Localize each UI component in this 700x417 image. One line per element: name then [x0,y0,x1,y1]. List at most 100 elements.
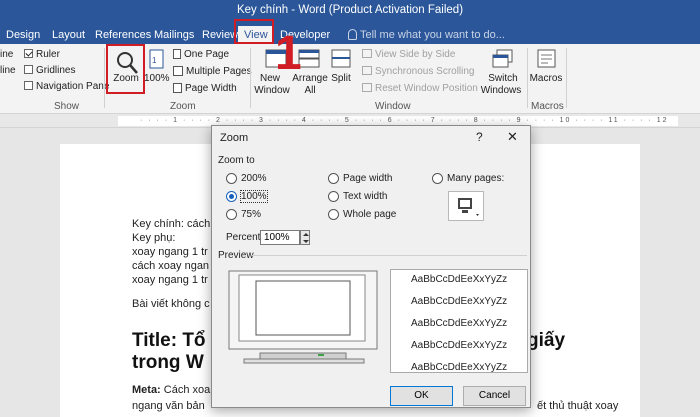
preview-divider [252,255,527,256]
radio-100-label: 100% [240,190,268,203]
doc-heading-line-2: trong W [132,352,204,373]
reset-window-position-button[interactable]: Reset Window Position [362,83,478,94]
switch-windows-label-2: Windows [480,85,522,96]
arrange-all-label-2: All [304,85,316,96]
ruler-label: Ruler [36,49,60,60]
radio-page-width-label: Page width [343,173,393,184]
view-side-by-side-button[interactable]: View Side by Side [362,49,455,60]
close-icon[interactable]: ✕ [507,129,518,145]
help-icon[interactable]: ? [476,130,483,144]
radio-whole-page-label: Whole page [343,209,397,220]
tell-me-search[interactable]: Tell me what you want to do... [348,29,505,41]
percent-spinner[interactable] [300,230,310,245]
radio-200-label: 200% [241,173,267,184]
group-separator [250,48,251,108]
doc-line: Bài viết không c [132,298,210,310]
doc-heading-right-fragment: giấy [527,330,566,351]
page-100-icon: 1 [149,49,164,69]
doc-line: xoay ngang 1 tr [132,274,208,286]
spin-down-icon [303,240,309,243]
hundred-percent-button[interactable]: 1 [148,49,166,71]
one-page-icon [173,49,181,59]
doc-line: cách xoay ngan [132,260,210,272]
doc-line: xoay ngang 1 tr [132,246,208,258]
svg-text:1: 1 [152,56,157,65]
doc-heading: Title: Tổ [132,330,206,351]
radio-75[interactable] [226,209,237,220]
radio-whole-page[interactable] [328,209,339,220]
meta-label: Meta: [132,384,161,396]
radio-200[interactable] [226,173,237,184]
sample-text: AaBbCcDdEeXxYyZz [411,274,508,285]
ok-button[interactable]: OK [390,386,453,406]
switch-windows-button[interactable] [492,49,514,69]
radio-many-pages[interactable] [432,173,443,184]
tab-references[interactable]: References [95,29,151,41]
percent-input[interactable] [260,230,300,245]
split-icon [331,49,351,68]
zoom-highlight-box [106,44,145,94]
synchronous-scrolling-button[interactable]: Synchronous Scrolling [362,66,475,77]
dialog-title: Zoom [220,132,249,144]
split-label: Split [331,73,351,84]
meta-text: Cách xoa [160,384,211,396]
doc-line: Key phụ: [132,232,176,244]
radio-75-label: 75% [241,209,262,220]
tab-layout[interactable]: Layout [52,29,85,41]
window-title: Key chính - Word (Product Activation Fai… [236,4,464,16]
multiple-pages-button[interactable]: Multiple Pages [173,66,252,77]
page-width-button[interactable]: Page Width [173,83,237,94]
tab-mailings[interactable]: Mailings [154,29,194,41]
title-bar: Key chính - Word (Product Activation Fai… [0,0,700,44]
monitor-icon [458,198,479,216]
cut-off-item-2: line [0,65,16,76]
many-pages-picker-button[interactable] [448,191,484,221]
group-label-window: Window [375,101,411,112]
ruler-ticks: · · · · 1 · · · · 2 · · · · 3 · · · · 4 … [140,117,669,124]
macros-button[interactable] [536,48,558,70]
side-by-side-label: View Side by Side [375,49,456,60]
multiple-pages-icon [173,66,183,76]
multiple-pages-label: Multiple Pages [186,66,252,77]
reset-position-icon [362,83,372,92]
sample-text: AaBbCcDdEeXxYyZz [411,318,508,329]
group-separator [566,48,567,108]
checkbox-icon [24,65,33,74]
spin-up-icon [303,233,309,236]
cancel-button[interactable]: Cancel [463,386,526,406]
annotation-step-1: 1 [275,27,302,80]
percent-label: Percent: [226,232,264,243]
group-separator [104,48,105,108]
ruler-checkbox[interactable]: Ruler [24,49,60,60]
radio-page-width[interactable] [328,173,339,184]
tab-review[interactable]: Review [202,29,238,41]
one-page-label: One Page [184,49,230,60]
sync-scroll-label: Synchronous Scrolling [375,66,475,77]
tab-design[interactable]: Design [6,29,40,41]
radio-text-width-label: Text width [343,191,388,202]
one-page-button[interactable]: One Page [173,49,229,60]
doc-meta-right-fragment: ết thủ thuật xoay [537,400,619,412]
page-width-label: Page Width [185,83,237,94]
navigation-pane-checkbox[interactable]: Navigation Pane [24,81,109,92]
doc-meta-line: Meta: Cách xoa [132,384,210,396]
ribbon: ine line Ruler Gridlines Navigation Pane… [0,44,700,114]
view-tab-highlight-box [234,19,274,44]
page-width-icon [173,83,182,93]
macros-label: Macros [529,73,563,84]
radio-text-width[interactable] [328,191,339,202]
sample-text: AaBbCcDdEeXxYyZz [411,296,508,307]
gridlines-label: Gridlines [36,65,76,76]
lightbulb-icon [348,29,357,40]
split-button[interactable] [331,49,351,69]
hundred-percent-label: 100% [144,73,170,84]
radio-many-pages-label: Many pages: [447,173,505,184]
zoom-dialog: Zoom ? ✕ Zoom to 200% 100% 75% Page widt… [211,125,531,408]
radio-100[interactable] [226,191,237,202]
side-by-side-icon [362,49,372,58]
gridlines-checkbox[interactable]: Gridlines [24,65,75,76]
navigation-pane-label: Navigation Pane [36,81,110,92]
sample-text-box: AaBbCcDdEeXxYyZz AaBbCcDdEeXxYyZz AaBbCc… [390,269,528,373]
sample-text: AaBbCcDdEeXxYyZz [411,340,508,351]
switch-windows-label-1: Switch [488,73,518,84]
